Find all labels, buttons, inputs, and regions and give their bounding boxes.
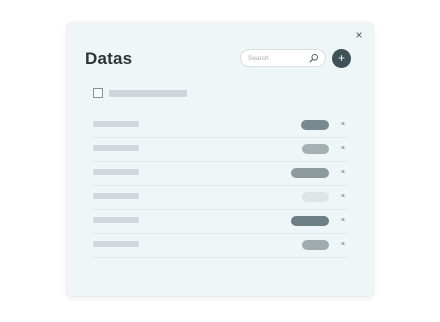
- list-item-label-placeholder: [93, 193, 139, 199]
- search-input[interactable]: [248, 53, 308, 64]
- remove-icon[interactable]: ×: [339, 119, 347, 131]
- status-pill[interactable]: [302, 192, 329, 202]
- search-icon[interactable]: [309, 53, 319, 63]
- status-pill[interactable]: [301, 120, 329, 130]
- list-item-label-placeholder: [93, 217, 139, 223]
- list-item[interactable]: ×: [93, 114, 347, 138]
- data-list: × × × × × ×: [93, 114, 347, 258]
- list-item[interactable]: ×: [93, 138, 347, 162]
- remove-icon[interactable]: ×: [339, 191, 347, 203]
- list-item-label-placeholder: [93, 241, 139, 247]
- list-item[interactable]: ×: [93, 162, 347, 186]
- list-item-label-placeholder: [93, 145, 139, 151]
- search-box[interactable]: [240, 49, 326, 67]
- close-icon[interactable]: ×: [353, 29, 365, 41]
- add-button[interactable]: +: [332, 49, 351, 68]
- remove-icon[interactable]: ×: [339, 239, 347, 251]
- list-item[interactable]: ×: [93, 210, 347, 234]
- select-all-label-placeholder: [109, 90, 187, 97]
- list-item-label-placeholder: [93, 169, 139, 175]
- status-pill[interactable]: [302, 144, 329, 154]
- list-item[interactable]: ×: [93, 186, 347, 210]
- page-title: Datas: [85, 49, 133, 68]
- select-all-row: [93, 88, 213, 98]
- remove-icon[interactable]: ×: [339, 215, 347, 227]
- remove-icon[interactable]: ×: [339, 167, 347, 179]
- status-pill[interactable]: [291, 168, 329, 178]
- datas-dialog: × Datas + × × ×: [67, 23, 373, 296]
- status-pill[interactable]: [291, 216, 329, 226]
- remove-icon[interactable]: ×: [339, 143, 347, 155]
- plus-icon: +: [337, 51, 345, 65]
- list-item-label-placeholder: [93, 121, 139, 127]
- select-all-checkbox[interactable]: [93, 88, 103, 98]
- list-item[interactable]: ×: [93, 234, 347, 258]
- status-pill[interactable]: [302, 240, 329, 250]
